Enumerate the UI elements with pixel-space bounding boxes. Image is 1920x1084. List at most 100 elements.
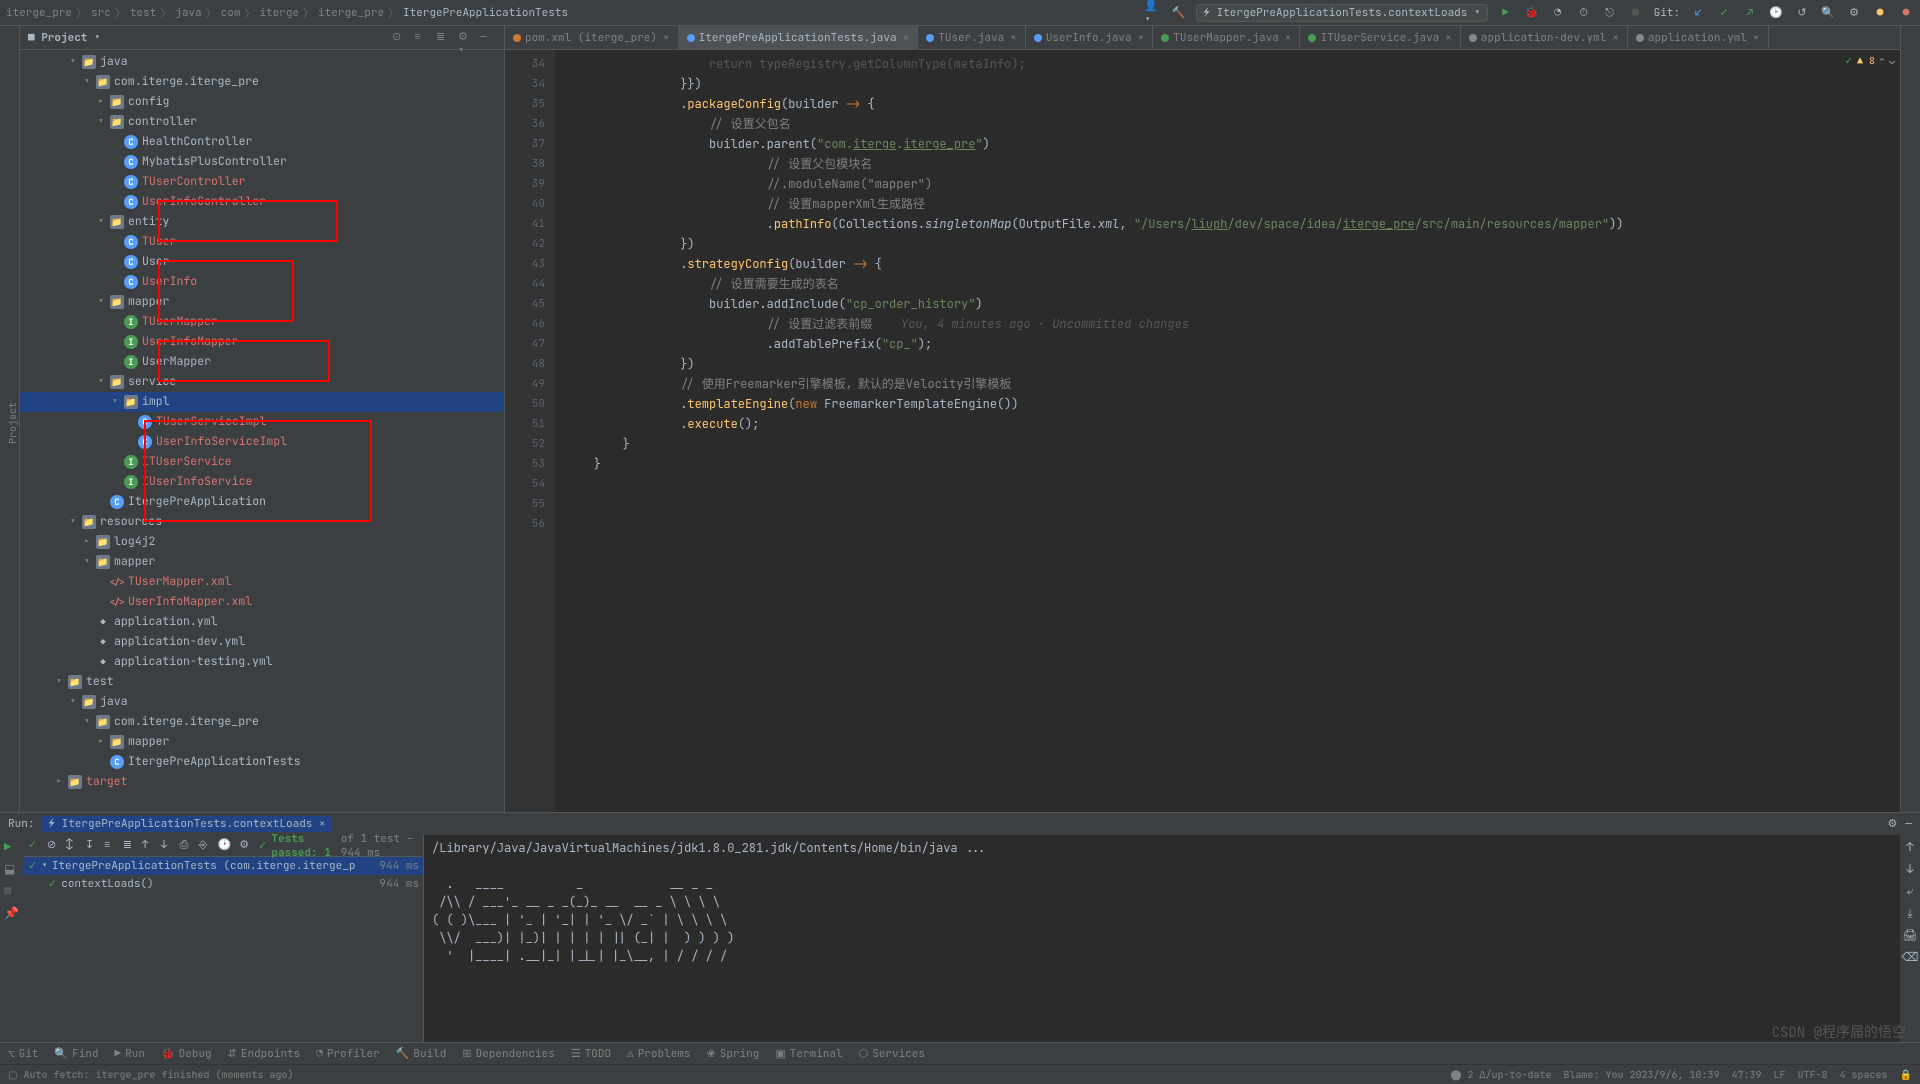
blame-status[interactable]: Blame: You 2023/9/6, 10:39 (1564, 1068, 1720, 1082)
tree-item[interactable]: ▾📁mapper (20, 292, 504, 312)
git-push-icon[interactable]: ↗ (1742, 5, 1758, 21)
run-config-selector[interactable]: ⚡ ItergePreApplicationTests.contextLoads… (1196, 4, 1487, 22)
tree-item[interactable]: IUserInfoMapper (20, 332, 504, 352)
tree-item[interactable]: </>UserInfoMapper.xml (20, 592, 504, 612)
editor-tab[interactable]: UserInfo.java× (1026, 26, 1153, 49)
tree-item[interactable]: ITUserMapper (20, 312, 504, 332)
git-rollback-icon[interactable]: ↺ (1794, 5, 1810, 21)
export-icon[interactable]: ⎙ (180, 838, 191, 854)
rerun-icon[interactable]: ▶ (4, 839, 20, 855)
tree-item[interactable]: ▾📁test (20, 672, 504, 692)
gear2-icon[interactable]: ⚙ (239, 838, 250, 854)
tree-item[interactable]: CTUserServiceImpl (20, 412, 504, 432)
tree-item[interactable]: ▾📁mapper (20, 552, 504, 572)
editor-tab[interactable]: application-dev.yml× (1461, 26, 1628, 49)
line-sep[interactable]: LF (1774, 1068, 1786, 1082)
tree-item[interactable]: ▸📁log4j2 (20, 532, 504, 552)
pin-icon[interactable]: 📌 (4, 905, 20, 921)
tool-gear-icon[interactable]: ⚙ (1888, 817, 1898, 831)
git-button[interactable]: ⌥ Git (8, 1047, 38, 1061)
find-button[interactable]: 🔍 Find (54, 1047, 98, 1061)
tree-item[interactable]: ▸📁config (20, 92, 504, 112)
tool-hide-icon[interactable]: — (1905, 817, 1912, 831)
coverage-icon[interactable]: ◔ (1550, 5, 1566, 21)
passed-filter-icon[interactable]: ✓ (28, 838, 39, 854)
indent[interactable]: 4 spaces (1840, 1068, 1888, 1082)
down-icon[interactable]: ↓ (1906, 861, 1913, 877)
tree-item[interactable]: CUserInfo (20, 272, 504, 292)
debug-button[interactable]: 🐞 Debug (161, 1047, 212, 1061)
debug-icon[interactable]: 🐞 (1524, 5, 1540, 21)
profiler-button[interactable]: ◔ Profiler (316, 1047, 379, 1061)
tree-item[interactable]: ▾📁service (20, 372, 504, 392)
tree-item[interactable]: IUserMapper (20, 352, 504, 372)
tree-item[interactable]: CUserInfoController (20, 192, 504, 212)
tree-item[interactable]: </>TUserMapper.xml (20, 572, 504, 592)
run-tab[interactable]: ⚡ ItergePreApplicationTests.contextLoads… (42, 816, 331, 832)
tree-item[interactable]: IITUserService (20, 452, 504, 472)
chevron-down-icon[interactable]: ⌄ (1889, 54, 1895, 67)
next-icon[interactable]: ↓ (161, 838, 172, 854)
failed-filter-icon[interactable]: ⊘ (47, 838, 58, 854)
git-history-icon[interactable]: 🕑 (1768, 5, 1784, 21)
editor-tabs[interactable]: pom.xml (iterge_pre)×ItergePreApplicatio… (505, 26, 1900, 50)
sort2-icon[interactable]: ↧ (85, 838, 96, 854)
prev-icon[interactable]: ↑ (142, 838, 153, 854)
expand-all-icon[interactable]: ≡ (414, 30, 430, 46)
tree-item[interactable]: ▾📁java (20, 52, 504, 72)
tree-item[interactable]: CHealthController (20, 132, 504, 152)
tree-item[interactable]: CItergePreApplicationTests (20, 752, 504, 772)
tree-item[interactable]: ◆application-testing.yml (20, 652, 504, 672)
toggle-icon[interactable]: ⬓ (4, 861, 20, 877)
test-tree[interactable]: ✓ ⊘ ↕ ↧ ≡ ≣ ↑ ↓ ⎙ ⎆ 🕑 ⚙ ✓ Tests passed: … (24, 835, 424, 1042)
tree-item[interactable]: CUserInfoServiceImpl (20, 432, 504, 452)
git-commit-icon[interactable]: ✓ (1716, 5, 1732, 21)
tree-item[interactable]: CUser (20, 252, 504, 272)
avatar-icon[interactable]: ● (1898, 5, 1914, 21)
encoding[interactable]: UTF-8 (1798, 1068, 1828, 1082)
expand-icon[interactable]: ≡ (104, 838, 115, 854)
spring-button[interactable]: ❀ Spring (707, 1047, 760, 1061)
tree-item[interactable]: CTUser (20, 232, 504, 252)
settings-icon[interactable]: ⚙ (1846, 5, 1862, 21)
wrap-icon[interactable]: ⤶ (1907, 883, 1914, 899)
gear-icon[interactable]: ⚙ ▾ (458, 30, 474, 46)
editor-tab[interactable]: pom.xml (iterge_pre)× (505, 26, 679, 49)
select-opened-icon[interactable]: ⊙ (392, 30, 408, 46)
hide-icon[interactable]: — (480, 30, 496, 46)
tree-item[interactable]: CMybatisPlusController (20, 152, 504, 172)
tree-item[interactable]: ▾📁java (20, 692, 504, 712)
test-root[interactable]: ✓▾ ItergePreApplicationTests (com.iterge… (24, 857, 423, 875)
project-tool-button[interactable]: Project (6, 402, 19, 444)
problems-button[interactable]: ⚠ Problems (627, 1047, 690, 1061)
sort-icon[interactable]: ↕ (66, 838, 77, 854)
editor-tab[interactable]: application.yml× (1628, 26, 1769, 49)
run-button[interactable]: ▶ Run (115, 1047, 145, 1061)
editor-tab[interactable]: ItergePreApplicationTests.java× (679, 26, 919, 49)
lock-icon[interactable]: 🔒 (1900, 1068, 1912, 1082)
attach-icon[interactable]: ⎋ (1602, 5, 1618, 21)
build-icon[interactable]: 🔨 (1170, 5, 1186, 21)
user-icon[interactable]: 👤▾ (1144, 5, 1160, 21)
todo-button[interactable]: ☰ TODO (571, 1047, 611, 1061)
code-editor[interactable]: return typeRegistry.getColumnType(metaIn… (555, 50, 1900, 474)
dependencies-button[interactable]: ⊞ Dependencies (462, 1047, 554, 1061)
project-tree[interactable]: ▾📁java▾📁com.iterge.iterge_pre▸📁config▾📁c… (20, 50, 504, 812)
editor-tab[interactable]: TUserMapper.java× (1153, 26, 1300, 49)
caret-pos[interactable]: 47:39 (1732, 1068, 1762, 1082)
tree-item[interactable]: ◆application.yml (20, 612, 504, 632)
collapse-icon[interactable]: ≣ (123, 838, 134, 854)
breadcrumb[interactable]: iterge_pre〉src〉test〉java〉com〉iterge〉iter… (6, 5, 1144, 21)
tree-item[interactable]: ▾📁impl (20, 392, 504, 412)
profile-icon[interactable]: ⏱ (1576, 5, 1592, 21)
tree-item[interactable]: ▾📁entity (20, 212, 504, 232)
git-update-icon[interactable]: ↙ (1690, 5, 1706, 21)
tree-item[interactable]: CTUserController (20, 172, 504, 192)
test-child[interactable]: ✓ contextLoads()944 ms (24, 875, 423, 893)
editor-tab[interactable]: TUser.java× (918, 26, 1026, 49)
inspection-widget[interactable]: ✓ ▲ 8 ⌃ ⌄ (1845, 54, 1895, 67)
scroll-icon[interactable]: ⤓ (1907, 905, 1912, 921)
search-icon[interactable]: 🔍 (1820, 5, 1836, 21)
services-button[interactable]: ⬡ Services (859, 1047, 925, 1061)
tree-item[interactable]: ▾📁resources (20, 512, 504, 532)
